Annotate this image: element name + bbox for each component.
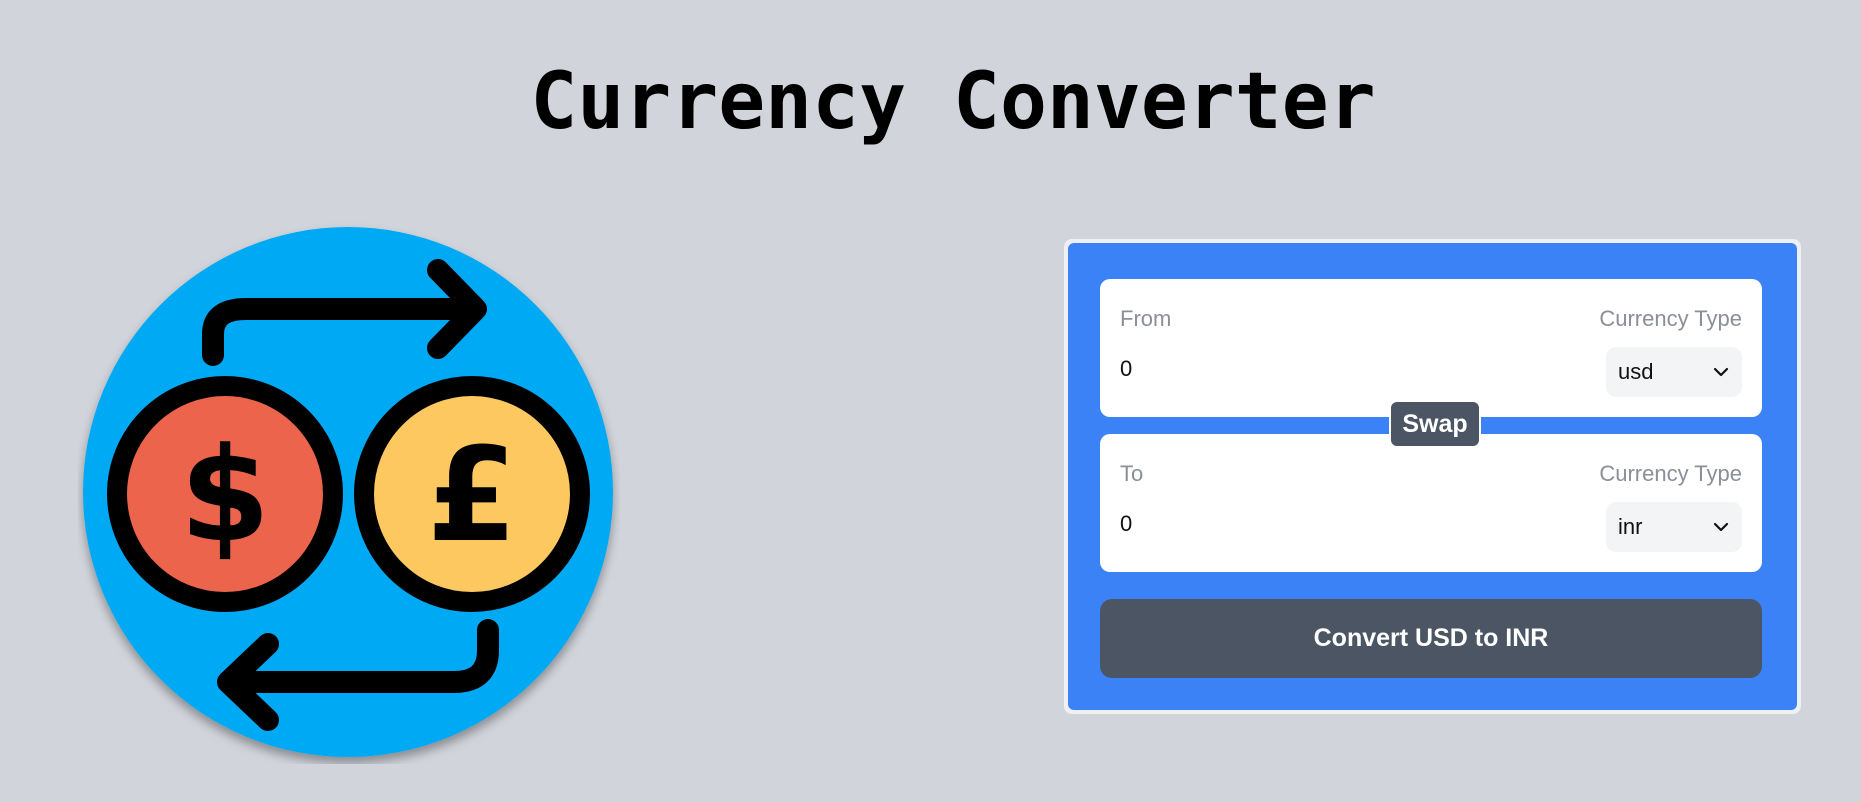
from-amount-input[interactable] (1120, 351, 1420, 387)
from-currency-select[interactable]: usd (1606, 347, 1742, 397)
swap-button[interactable]: Swap (1389, 400, 1481, 448)
currency-exchange-icon: $ £ (78, 222, 620, 764)
from-label: From (1120, 306, 1172, 331)
to-currency-select[interactable]: inr (1606, 502, 1742, 552)
svg-text:£: £ (427, 419, 517, 571)
to-currency-value: inr (1618, 514, 1643, 539)
from-currency-type-label: Currency Type (1599, 306, 1742, 331)
convert-button[interactable]: Convert USD to INR (1100, 599, 1762, 678)
to-section: To Currency Type inr (1100, 434, 1762, 572)
to-amount-input[interactable] (1120, 506, 1420, 542)
from-section: From Currency Type usd (1100, 279, 1762, 417)
to-currency-type-label: Currency Type (1599, 461, 1742, 486)
page: Currency Converter $ £ From Currency Typ… (0, 0, 1861, 802)
converter-form: From Currency Type usd To Currency Type … (1068, 243, 1797, 710)
from-currency-value: usd (1618, 359, 1654, 384)
converter-card: From Currency Type usd To Currency Type … (1064, 239, 1801, 714)
chevron-down-icon (1713, 367, 1729, 377)
svg-text:$: $ (180, 419, 270, 571)
chevron-down-icon (1713, 522, 1729, 532)
to-label: To (1120, 461, 1144, 486)
page-title: Currency Converter (530, 57, 1376, 147)
